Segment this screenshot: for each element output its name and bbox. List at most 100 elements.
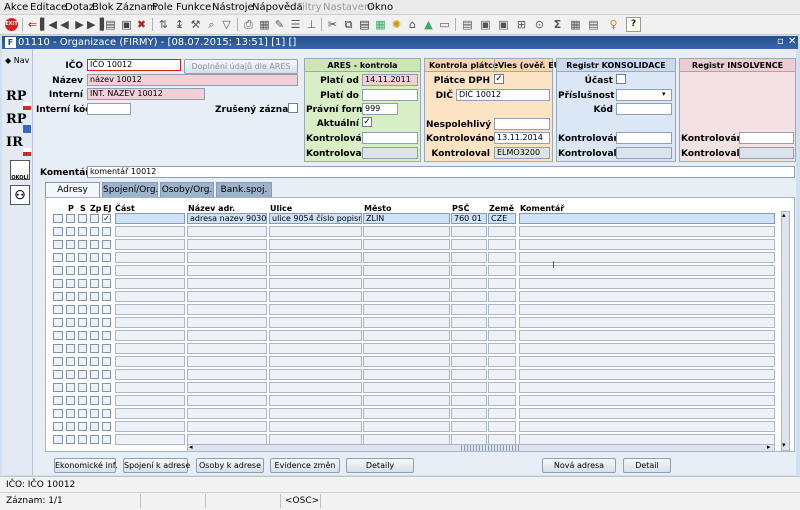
info-icon[interactable]: ▤: [586, 17, 601, 32]
cell-psc[interactable]: [451, 408, 487, 419]
tab-adresy[interactable]: Adresy: [45, 182, 100, 197]
sum-icon[interactable]: ▣: [496, 17, 511, 32]
ares-kontroloval-input[interactable]: [362, 147, 418, 159]
komentar-input[interactable]: komentář 10012: [87, 166, 795, 178]
report-icon[interactable]: ▦: [257, 17, 272, 32]
row-selector[interactable]: [53, 422, 63, 431]
cell-cast[interactable]: [115, 317, 185, 328]
row-checkbox-ej[interactable]: ✓: [102, 214, 111, 223]
cell-cast[interactable]: [115, 265, 185, 276]
cell-zeme[interactable]: [488, 239, 516, 250]
cell-komentar[interactable]: [519, 369, 775, 380]
konsolidace-kontrolovano-input[interactable]: [616, 132, 672, 144]
row-selector[interactable]: [53, 214, 63, 223]
cell-zeme[interactable]: [488, 356, 516, 367]
zruseny-checkbox[interactable]: [288, 103, 298, 113]
row-checkbox-s[interactable]: [78, 409, 87, 418]
cell-cast[interactable]: [115, 304, 185, 315]
cell-psc[interactable]: [451, 369, 487, 380]
delete-record-icon[interactable]: ✖: [134, 17, 149, 32]
row-checkbox-s[interactable]: [78, 344, 87, 353]
cell-cast[interactable]: [115, 408, 185, 419]
cell-zeme[interactable]: [488, 369, 516, 380]
row-checkbox-p[interactable]: [66, 396, 75, 405]
cell-cast[interactable]: [115, 278, 185, 289]
document-icon[interactable]: ▤: [460, 17, 475, 32]
save-icon[interactable]: ▣: [119, 17, 134, 32]
row-selector[interactable]: [53, 318, 63, 327]
cell-psc[interactable]: [451, 278, 487, 289]
row-checkbox-s[interactable]: [78, 422, 87, 431]
row-checkbox-zp[interactable]: [90, 305, 99, 314]
cell-mesto[interactable]: [363, 421, 450, 432]
first-record-icon[interactable]: ▌◀: [40, 17, 57, 32]
cell-cast[interactable]: [115, 252, 185, 263]
cell-mesto[interactable]: [363, 265, 450, 276]
chart-icon[interactable]: ⌂: [405, 17, 420, 32]
cell-ulice[interactable]: [269, 369, 362, 380]
menu-pole[interactable]: Pole: [152, 2, 173, 13]
cell-ulice[interactable]: [269, 356, 362, 367]
interni-input[interactable]: INT. NÁZEV 10012: [87, 88, 205, 100]
cell-cast[interactable]: [115, 291, 185, 302]
row-checkbox-zp[interactable]: [90, 240, 99, 249]
row-selector[interactable]: [53, 305, 63, 314]
cell-psc[interactable]: [451, 317, 487, 328]
cell-mesto[interactable]: [363, 239, 450, 250]
cell-komentar[interactable]: [519, 291, 775, 302]
row-checkbox-zp[interactable]: [90, 396, 99, 405]
cell-mesto[interactable]: [363, 356, 450, 367]
cell-nazev[interactable]: [187, 265, 267, 276]
nova-adresa-button[interactable]: Nová adresa: [542, 458, 616, 473]
row-selector[interactable]: [53, 344, 63, 353]
ares-kontrolovano-input[interactable]: [362, 132, 418, 144]
nav-rp-button-2[interactable]: RP: [6, 112, 31, 134]
row-selector[interactable]: [53, 396, 63, 405]
cell-ulice[interactable]: ulice 9054 číslo popisné 90: [269, 213, 362, 224]
nav-org-chart-button[interactable]: ⚇: [10, 185, 30, 205]
navigate-back-icon[interactable]: ⇐: [25, 17, 40, 32]
row-checkbox-ej[interactable]: [102, 357, 111, 366]
nav-ir-button[interactable]: IR: [6, 135, 31, 157]
row-checkbox-ej[interactable]: [102, 227, 111, 236]
cell-cast[interactable]: [115, 330, 185, 341]
cell-mesto[interactable]: [363, 343, 450, 354]
cell-ulice[interactable]: [269, 265, 362, 276]
row-checkbox-s[interactable]: [78, 266, 87, 275]
row-checkbox-p[interactable]: [66, 240, 75, 249]
nav-rp-button-1[interactable]: RP: [6, 89, 31, 111]
kod-input[interactable]: [616, 103, 672, 115]
row-checkbox-p[interactable]: [66, 409, 75, 418]
cell-psc[interactable]: [451, 291, 487, 302]
row-selector[interactable]: [53, 227, 63, 236]
cell-komentar[interactable]: [519, 265, 775, 276]
print-icon[interactable]: ⎙: [241, 17, 256, 32]
row-checkbox-zp[interactable]: [90, 253, 99, 262]
row-checkbox-p[interactable]: [66, 318, 75, 327]
help-icon[interactable]: ▭: [437, 17, 452, 32]
cell-ulice[interactable]: [269, 239, 362, 250]
last-record-icon[interactable]: ▶▐: [87, 17, 104, 32]
cell-mesto[interactable]: [363, 226, 450, 237]
chevron-down-icon[interactable]: ▾: [662, 90, 666, 98]
cell-zeme[interactable]: [488, 330, 516, 341]
cell-zeme[interactable]: [488, 421, 516, 432]
cell-nazev[interactable]: [187, 226, 267, 237]
cell-psc[interactable]: [451, 421, 487, 432]
row-checkbox-ej[interactable]: [102, 279, 111, 288]
cell-ulice[interactable]: [269, 408, 362, 419]
cell-ulice[interactable]: [269, 330, 362, 341]
cell-cast[interactable]: [115, 382, 185, 393]
vertical-scrollbar[interactable]: [781, 211, 790, 451]
ucast-checkbox[interactable]: [616, 74, 626, 84]
row-checkbox-p[interactable]: [66, 253, 75, 262]
cell-psc[interactable]: [451, 343, 487, 354]
menu-nastroje[interactable]: Nástroje: [212, 2, 254, 13]
detaily-button[interactable]: Detaily: [346, 458, 414, 473]
cell-komentar[interactable]: [519, 278, 775, 289]
row-checkbox-zp[interactable]: [90, 422, 99, 431]
row-checkbox-zp[interactable]: [90, 383, 99, 392]
insert-record-icon[interactable]: ▤: [103, 17, 118, 32]
folder-icon[interactable]: ▲: [421, 17, 436, 32]
sun-icon[interactable]: ✺: [389, 17, 404, 32]
